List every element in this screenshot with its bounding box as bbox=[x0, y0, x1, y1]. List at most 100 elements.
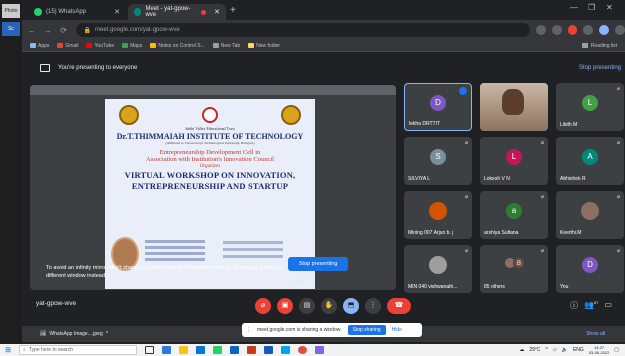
close-icon[interactable]: ✕ bbox=[114, 8, 120, 16]
edge-icon[interactable] bbox=[196, 346, 205, 354]
participant-tile[interactable]: L ⌀ Likith M bbox=[556, 83, 624, 131]
info-icon[interactable]: ⓘ bbox=[570, 300, 578, 311]
notes-icon bbox=[150, 43, 157, 48]
gmail-icon bbox=[57, 43, 64, 48]
more-icon[interactable]: ⋮ bbox=[365, 298, 381, 314]
reading-list[interactable]: Reading list bbox=[581, 43, 617, 49]
tab-title: (15) WhatsApp bbox=[46, 9, 87, 15]
app-icon[interactable] bbox=[281, 346, 290, 354]
reload-icon[interactable]: ⟳ bbox=[58, 26, 70, 35]
mic-off-icon: ⌀ bbox=[464, 140, 468, 146]
stop-sharing-button[interactable]: Stop sharing bbox=[347, 325, 386, 335]
participant-tile[interactable]: ⌀ Mining 007 Arjun b. j bbox=[404, 191, 472, 239]
tab-whatsapp[interactable]: (15) WhatsApp ✕ bbox=[28, 4, 126, 20]
participant-tile[interactable]: a ⌀ arshiya Sultana bbox=[480, 191, 548, 239]
share-icon[interactable] bbox=[535, 25, 546, 35]
participant-name: You bbox=[560, 284, 569, 290]
whatsapp-taskbar-icon[interactable] bbox=[213, 346, 222, 354]
stop-presenting-link[interactable]: Stop presenting bbox=[579, 65, 621, 71]
participant-tile[interactable]: S ⌀ SILVIYA L bbox=[404, 137, 472, 185]
notification-icon[interactable]: ▢ bbox=[614, 347, 619, 353]
stop-presenting-button[interactable]: Stop presenting bbox=[288, 257, 348, 271]
participant-name: SILVIYA L bbox=[408, 176, 431, 182]
powerpoint-icon[interactable] bbox=[247, 346, 256, 354]
people-icon[interactable]: 👥87 bbox=[584, 300, 598, 311]
bookmark-youtube[interactable]: YouTube bbox=[86, 43, 114, 49]
bookmark-apps[interactable]: Apps bbox=[30, 43, 49, 49]
mic-off-icon[interactable]: ⌀ bbox=[255, 298, 271, 314]
new-tab-button[interactable]: + bbox=[230, 5, 236, 16]
participant-name: MIN 040 vishwanath... bbox=[408, 284, 458, 290]
volume-icon[interactable]: 🔈 bbox=[562, 347, 568, 353]
participant-tile[interactable]: L ⌀ Lokesh V N bbox=[480, 137, 548, 185]
participant-name: lekha DRTTIT bbox=[409, 121, 441, 127]
app-icon[interactable] bbox=[315, 346, 324, 354]
hide-button[interactable]: Hide bbox=[392, 327, 402, 333]
file-explorer-icon[interactable] bbox=[179, 346, 188, 354]
participant-tile[interactable]: ⌀ Keerthi.M bbox=[556, 191, 624, 239]
forward-icon[interactable]: → bbox=[42, 26, 54, 35]
window-close-icon[interactable]: ✕ bbox=[606, 3, 613, 12]
close-icon[interactable]: ✕ bbox=[214, 8, 220, 16]
vtu-logo-icon bbox=[281, 105, 301, 125]
apps-icon bbox=[30, 43, 36, 48]
bookmark-new-folder[interactable]: New folder bbox=[248, 43, 280, 49]
poster-organizes: Organizes bbox=[199, 164, 221, 169]
chrome-icon[interactable] bbox=[298, 346, 307, 354]
drag-handle-icon[interactable]: ⋮ bbox=[246, 327, 251, 333]
chevron-up-icon[interactable]: ^ bbox=[106, 331, 108, 337]
reading-list-icon bbox=[581, 43, 588, 48]
word-icon[interactable] bbox=[230, 346, 239, 354]
sharing-notification: ⋮ meet.google.com is sharing a window. S… bbox=[242, 323, 422, 337]
self-tile[interactable]: D ⌀ You bbox=[556, 245, 624, 293]
maximize-icon[interactable]: ❐ bbox=[588, 3, 595, 12]
desktop-shortcut-icon[interactable]: Sc bbox=[2, 22, 20, 36]
task-view-icon[interactable] bbox=[145, 346, 154, 354]
extension-icon[interactable] bbox=[567, 25, 578, 35]
show-all-link[interactable]: Show all bbox=[586, 331, 605, 337]
chat-icon[interactable]: ▭ bbox=[604, 300, 612, 311]
app-icon[interactable] bbox=[264, 346, 273, 354]
bookmark-new-tab[interactable]: New Tab bbox=[212, 43, 240, 49]
folder-icon bbox=[248, 43, 255, 48]
end-call-icon[interactable]: ☎ bbox=[387, 298, 411, 314]
weather-icon[interactable]: ☁ bbox=[519, 347, 524, 353]
chevron-up-icon[interactable]: ^ bbox=[546, 347, 548, 353]
menu-icon[interactable] bbox=[615, 25, 625, 35]
tab-meet[interactable]: Meet - yat-gpow-wve ✕ bbox=[128, 4, 226, 20]
participant-tile[interactable]: ⌀ MIN 040 vishwanath... bbox=[404, 245, 472, 293]
download-item[interactable]: 🖼 WhatsApp Image....jpeg ^ bbox=[40, 331, 108, 337]
back-icon[interactable]: ← bbox=[26, 26, 38, 35]
bookmark-notes[interactable]: Notes on Control S... bbox=[150, 43, 205, 49]
tab-title: Meet - yat-gpow-wve bbox=[145, 6, 191, 18]
clock[interactable]: 14:27 03-06-2022 bbox=[589, 345, 609, 355]
star-icon[interactable] bbox=[551, 25, 562, 35]
ignore-link[interactable]: Ignore bbox=[290, 279, 304, 285]
participant-tile[interactable]: A ⌀ Abhishek R bbox=[556, 137, 624, 185]
raise-hand-icon[interactable]: ✋ bbox=[321, 298, 337, 314]
minimize-icon[interactable]: — bbox=[570, 3, 578, 12]
bookmark-maps[interactable]: Maps bbox=[122, 43, 142, 49]
mic-off-icon: ⌀ bbox=[540, 194, 544, 200]
poster-subtitle: (Affiliated to Visvesvaraya Technologica… bbox=[165, 141, 255, 145]
participant-name: Mining 007 Arjun b. j bbox=[408, 230, 454, 236]
store-icon[interactable] bbox=[162, 346, 171, 354]
participant-tile[interactable]: D lekha DRTTIT bbox=[404, 83, 472, 131]
desktop-photo-icon[interactable]: Photo bbox=[2, 4, 20, 18]
taskbar-search[interactable]: ⌕ Type here to search bbox=[19, 345, 137, 355]
network-icon[interactable]: ▱ bbox=[553, 347, 557, 353]
profile-avatar[interactable] bbox=[599, 25, 610, 35]
participant-tile[interactable] bbox=[480, 83, 548, 131]
tab-strip: (15) WhatsApp ✕ Meet - yat-gpow-wve ✕ + … bbox=[22, 0, 625, 20]
trust-logo-icon bbox=[119, 105, 139, 125]
camera-off-icon[interactable]: ▣ bbox=[277, 298, 293, 314]
windows-start-icon[interactable]: ⊞ bbox=[3, 346, 13, 354]
bookmark-gmail[interactable]: Gmail bbox=[57, 43, 78, 49]
captions-icon[interactable]: ▤ bbox=[299, 298, 315, 314]
language[interactable]: ENG bbox=[573, 347, 584, 353]
others-tile[interactable]: B ⌀ 85 others bbox=[480, 245, 548, 293]
address-bar[interactable]: 🔒 meet.google.com/yat-gpow-wve bbox=[75, 23, 530, 37]
puzzle-icon[interactable] bbox=[583, 25, 594, 35]
present-icon[interactable]: ⬒ bbox=[343, 298, 359, 314]
others-count: 85 others bbox=[484, 284, 505, 290]
